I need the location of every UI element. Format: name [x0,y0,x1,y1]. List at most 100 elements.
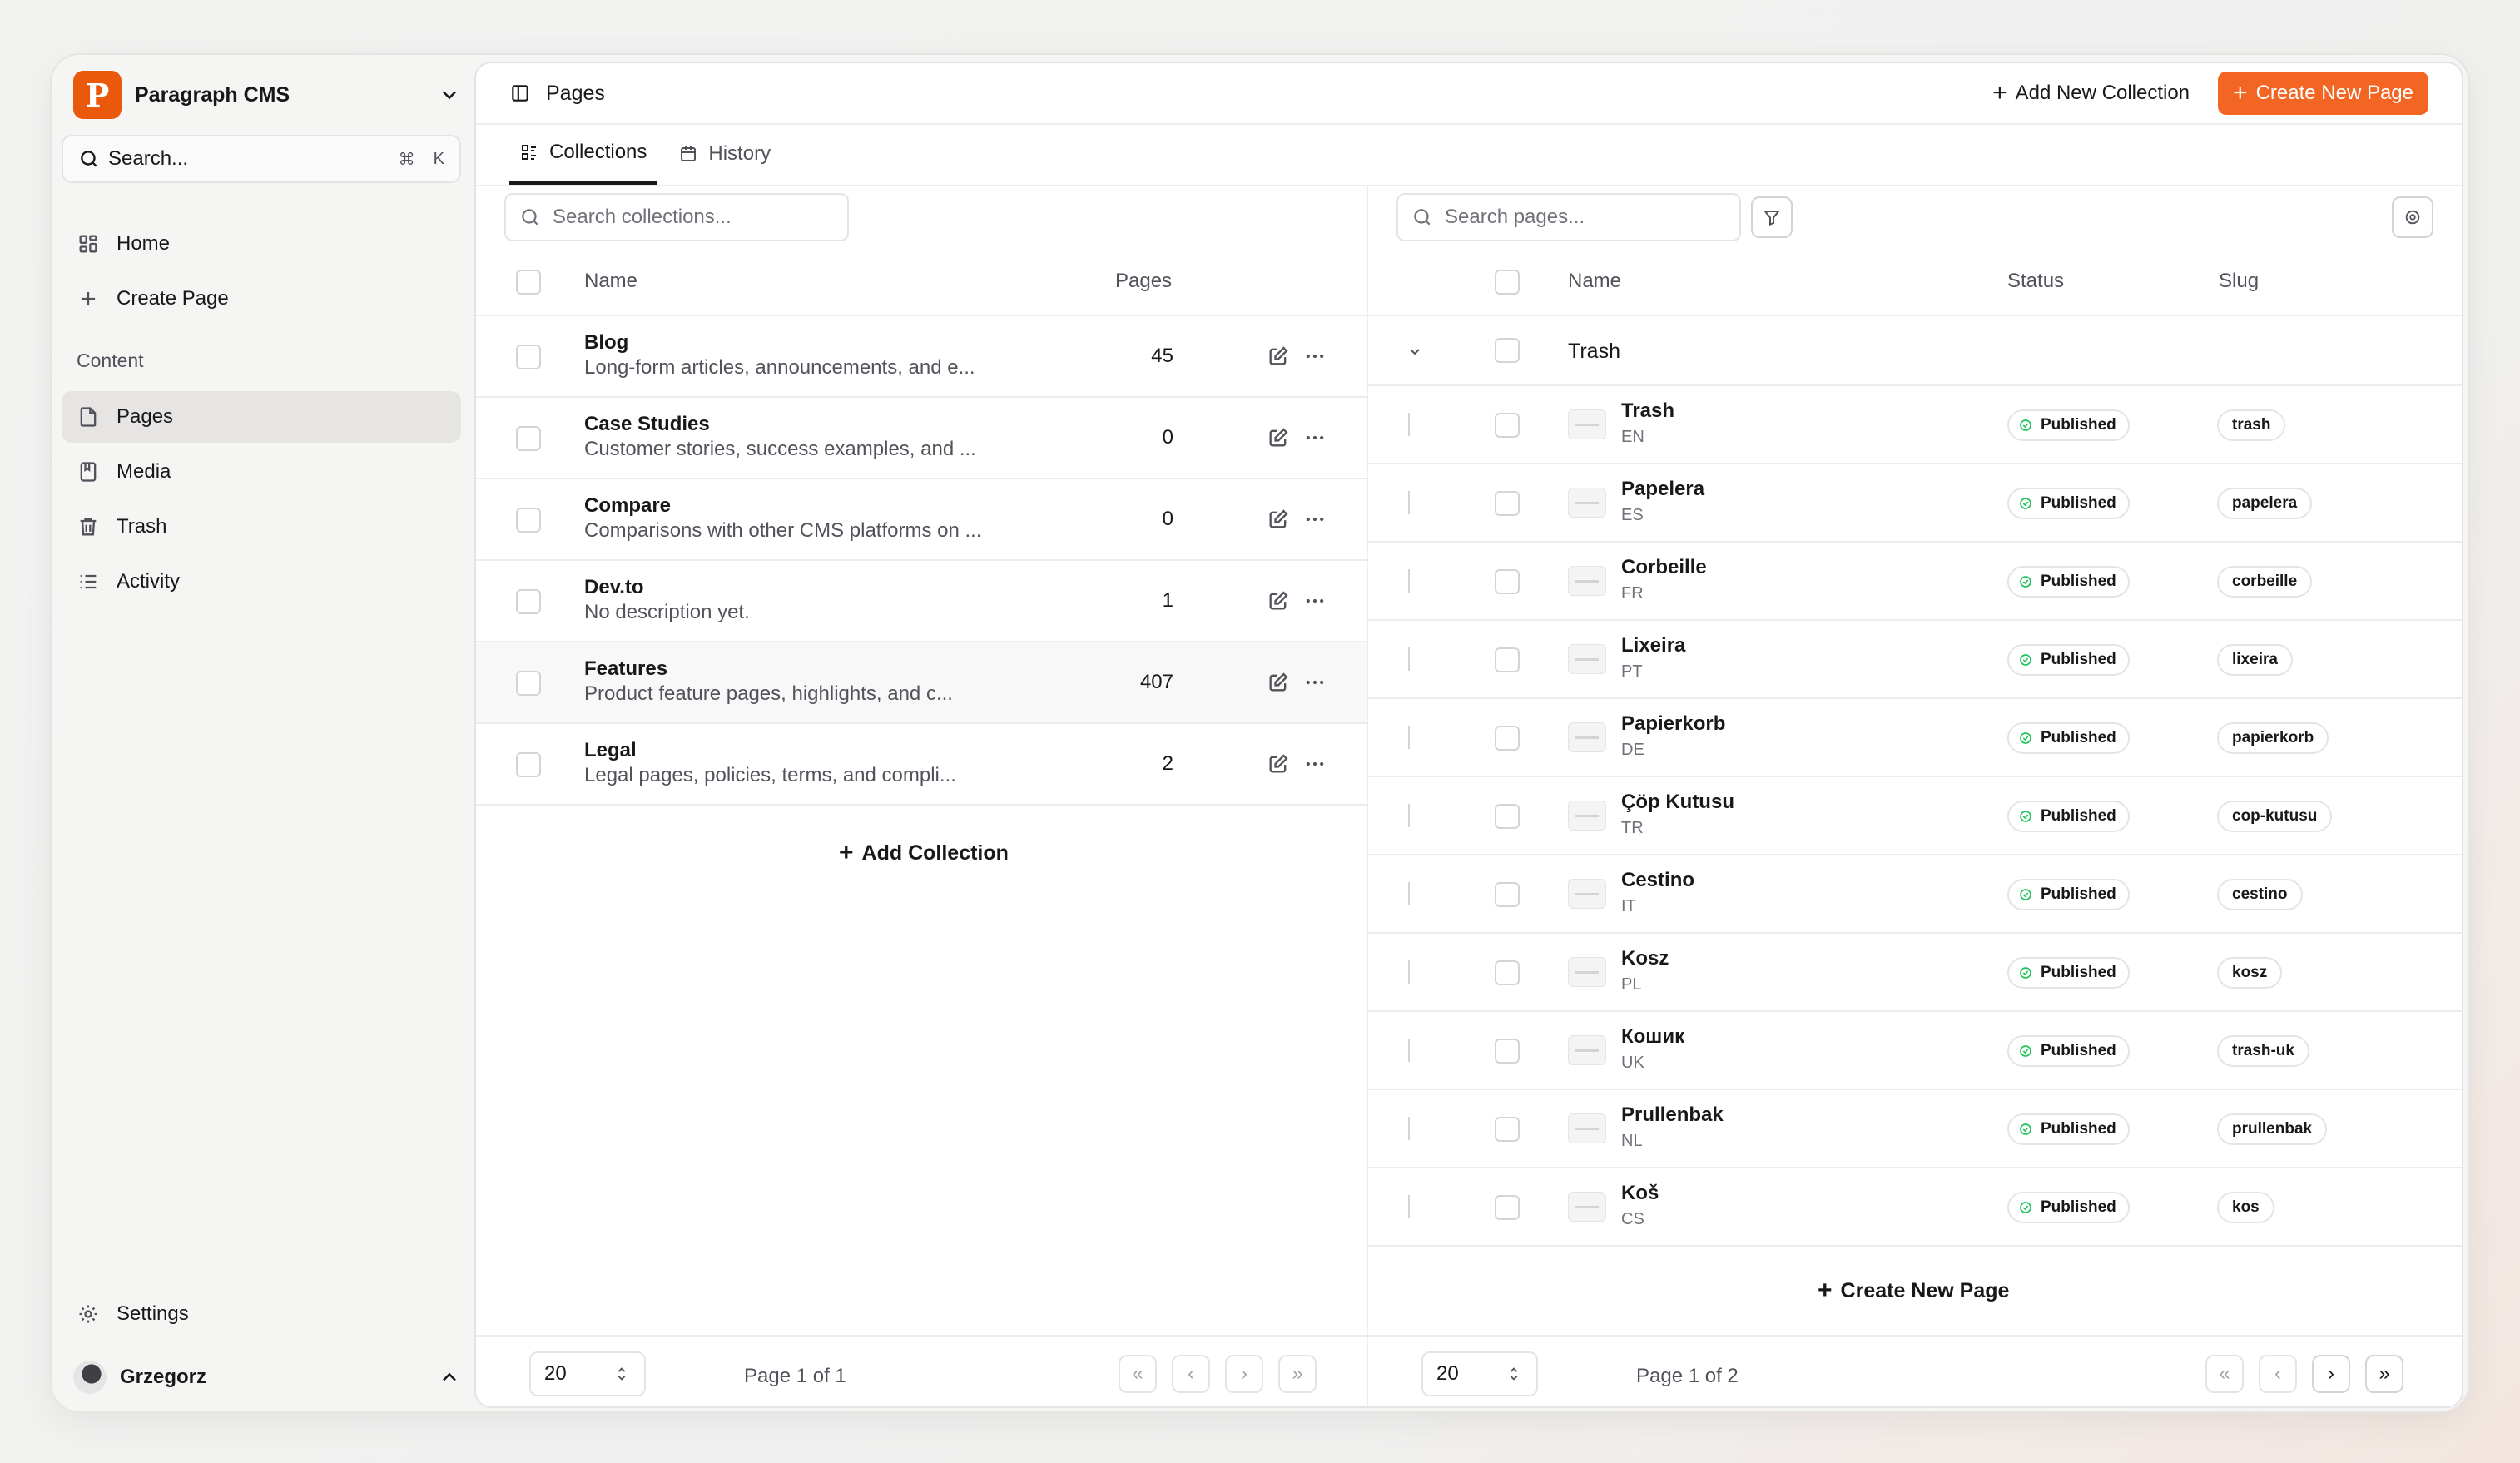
edit-icon[interactable] [1267,508,1290,531]
row-checkbox[interactable] [516,752,541,777]
first-page-button[interactable]: « [2205,1355,2244,1393]
sidebar-item-trash[interactable]: Trash [62,501,461,553]
add-collection-button[interactable]: + Add New Collection [1976,72,2206,115]
table-row[interactable]: Corbeille FR Published corbeille [1368,543,2462,621]
sidebar-item-create-page[interactable]: Create Page [62,273,461,325]
add-collection-link[interactable]: + Add Collection [839,832,1009,874]
table-row[interactable]: Case Studies Customer stories, success e… [476,398,1367,479]
row-checkbox[interactable] [1495,726,1520,751]
row-checkbox[interactable] [1495,960,1520,985]
row-checkbox[interactable] [516,345,541,369]
row-checkbox[interactable] [1495,647,1520,672]
next-page-button[interactable]: › [1225,1355,1263,1393]
more-icon[interactable] [1303,589,1327,612]
page-name: Cestino [1621,869,1695,891]
more-icon[interactable] [1303,671,1327,694]
row-checkbox[interactable] [1495,491,1520,516]
row-checkbox[interactable] [1495,882,1520,907]
global-search[interactable]: Search... ⌘ K [62,135,461,183]
table-row[interactable]: Prullenbak NL Published prullenbak [1368,1090,2462,1168]
pages-search-input[interactable]: Search pages... [1396,193,1741,241]
row-checkbox[interactable] [516,426,541,451]
table-row[interactable]: Trash EN Published trash [1368,386,2462,464]
table-row[interactable]: Lixeira PT Published lixeira [1368,621,2462,699]
row-checkbox[interactable] [1495,804,1520,829]
slug-badge: kos [2217,1192,2274,1223]
view-settings-button[interactable] [2392,196,2433,238]
sidebar-item-home[interactable]: Home [62,218,461,270]
edit-icon[interactable] [1267,752,1290,776]
create-page-button[interactable]: + Create New Page [2218,72,2428,115]
collection-page-count: 45 [1151,345,1173,367]
tree-line [1408,491,1410,514]
page-thumbnail [1568,1192,1606,1222]
table-row[interactable]: Compare Comparisons with other CMS platf… [476,479,1367,561]
table-row[interactable]: Features Product feature pages, highligh… [476,642,1367,724]
row-checkbox[interactable] [1495,413,1520,438]
sidebar-item-activity[interactable]: Activity [62,556,461,608]
pages-table-header: Name Status Slug [1368,248,2462,316]
edit-icon[interactable] [1267,426,1290,449]
table-row[interactable]: Cestino IT Published cestino [1368,855,2462,934]
row-checkbox[interactable] [516,508,541,533]
create-new-page-link[interactable]: + Create New Page [1818,1270,2009,1312]
more-icon[interactable] [1303,426,1327,449]
row-checkbox[interactable] [1495,1195,1520,1220]
table-row[interactable]: Dev.to No description yet. 1 [476,561,1367,642]
create-new-page-link-label: Create New Page [1840,1278,2010,1302]
last-page-button[interactable]: » [1278,1355,1317,1393]
status-badge: Published [2007,879,2130,910]
row-checkbox[interactable] [516,671,541,696]
status-label: Published [2041,416,2116,434]
tab-collections[interactable]: Collections [509,123,657,185]
collection-description: Product feature pages, highlights, and c… [584,682,953,705]
sidebar-item-settings[interactable]: Settings [62,1288,461,1340]
more-icon[interactable] [1303,345,1327,368]
table-row[interactable]: Çöp Kutusu TR Published cop-kutusu [1368,777,2462,855]
table-row[interactable]: Papelera ES Published papelera [1368,464,2462,543]
row-checkbox[interactable] [1495,569,1520,594]
first-page-button[interactable]: « [1119,1355,1157,1393]
group-row-trash[interactable]: Trash [1368,316,2462,386]
collections-search-input[interactable]: Search collections... [504,193,849,241]
last-page-button[interactable]: » [2365,1355,2403,1393]
select-all-checkbox[interactable] [1495,270,1520,295]
table-row[interactable]: Kosz PL Published kosz [1368,934,2462,1012]
chevron-down-icon[interactable] [1405,341,1425,361]
table-row[interactable]: Koš CS Published kos [1368,1168,2462,1247]
row-checkbox[interactable] [1495,1117,1520,1142]
table-row[interactable]: Blog Long-form articles, announcements, … [476,316,1367,398]
page-size-select[interactable]: 20 [529,1351,646,1396]
edit-icon[interactable] [1267,671,1290,694]
tree-line [1408,960,1410,984]
page-language: TR [1621,819,1644,837]
next-page-button[interactable]: › [2312,1355,2350,1393]
more-icon[interactable] [1303,508,1327,531]
prev-page-button[interactable]: ‹ [2259,1355,2297,1393]
sidebar-item-label: Pages [117,405,174,428]
table-row[interactable]: Papierkorb DE Published papierkorb [1368,699,2462,777]
prev-page-button[interactable]: ‹ [1172,1355,1210,1393]
table-row[interactable]: Кошик UK Published trash-uk [1368,1012,2462,1090]
row-checkbox[interactable] [1495,1039,1520,1064]
tab-history[interactable]: History [668,123,781,185]
page-language: PT [1621,662,1643,681]
row-checkbox[interactable] [516,589,541,614]
page-size-select[interactable]: 20 [1421,1351,1538,1396]
more-icon[interactable] [1303,752,1327,776]
edit-icon[interactable] [1267,589,1290,612]
group-checkbox[interactable] [1495,338,1520,363]
sidebar-item-media[interactable]: Media [62,446,461,498]
status-badge: Published [2007,644,2130,676]
workspace-switcher[interactable]: P Paragraph CMS [73,65,461,125]
user-name: Grzegorz [120,1366,207,1388]
column-header-status: Status [2007,270,2065,292]
table-row[interactable]: Legal Legal pages, policies, terms, and … [476,724,1367,806]
edit-icon[interactable] [1267,345,1290,368]
sidebar-item-pages[interactable]: Pages [62,391,461,443]
chevrons-up-down-icon [1510,1367,1518,1381]
sidebar-toggle-icon[interactable] [509,82,531,104]
select-all-checkbox[interactable] [516,270,541,295]
filter-button[interactable] [1751,196,1793,238]
user-menu[interactable]: Grzegorz [73,1353,461,1401]
